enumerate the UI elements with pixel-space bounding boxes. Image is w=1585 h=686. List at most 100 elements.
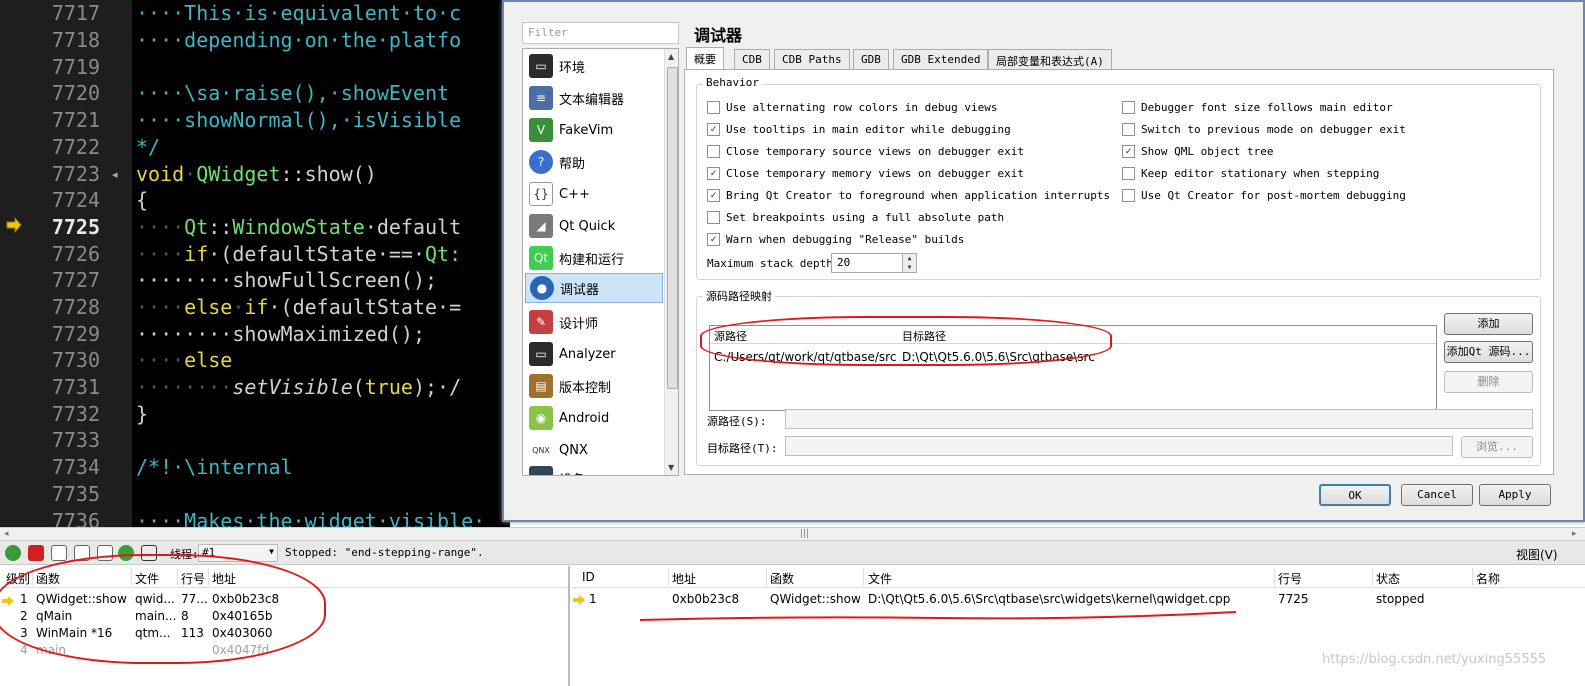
code-token: setVisible — [232, 375, 353, 399]
category-scrollbar[interactable]: ▲ ▼ — [664, 49, 678, 475]
checkbox-box[interactable]: ✓ — [707, 167, 720, 180]
column-header[interactable]: 地址 — [672, 570, 696, 587]
view-menu[interactable]: 视图(V) — [1516, 546, 1558, 563]
spin-up-icon[interactable]: ▲ — [902, 254, 916, 263]
checkbox-font-size-follows[interactable]: Debugger font size follows main editor — [1122, 101, 1393, 114]
category-text-editor[interactable]: ≡ 文本编辑器 — [525, 83, 663, 113]
cancel-button[interactable]: Cancel — [1401, 484, 1473, 506]
checkbox-close-memory-views[interactable]: ✓ Close temporary memory views on debugge… — [707, 167, 1024, 180]
checkbox-box[interactable] — [1122, 189, 1135, 202]
tab-cdb-paths[interactable]: CDB Paths — [774, 49, 850, 69]
code-token: else — [184, 348, 233, 372]
debugger-bug-icon: ● — [530, 276, 554, 300]
stack-view[interactable]: 级别 函数 文件 行号 地址 1 QWidget::show qwid... 7… — [0, 554, 570, 686]
category-list[interactable]: ▭ 环境 ≡ 文本编辑器 V FakeVim ? 帮助 {} C++ ◢ Qt Quick … — [522, 48, 679, 476]
checkbox-box[interactable] — [707, 101, 720, 114]
apply-button[interactable]: Apply — [1479, 484, 1551, 506]
checkbox-qml-tree[interactable]: ✓ Show QML object tree — [1122, 145, 1273, 158]
category-label: Qt Quick — [559, 218, 616, 234]
scroll-right-icon[interactable]: ▸ — [1572, 529, 1577, 539]
checkbox-box[interactable] — [707, 211, 720, 224]
code-token: ·default — [364, 215, 462, 239]
checkbox-close-source-views[interactable]: Close temporary source views on debugger… — [707, 145, 1024, 158]
category-fakevim[interactable]: V FakeVim — [525, 115, 663, 145]
filter-input[interactable]: Filter — [522, 22, 679, 44]
column-header[interactable]: ID — [582, 570, 595, 584]
continue-icon[interactable] — [5, 545, 21, 561]
stop-icon[interactable] — [28, 545, 44, 561]
checkbox-warn-release[interactable]: ✓ Warn when debugging "Release" builds — [707, 233, 964, 246]
delete-button[interactable]: 删除 — [1444, 371, 1533, 393]
column-header[interactable]: 行号 — [1278, 570, 1302, 587]
code-editor[interactable]: 7717 7718 7719 7720 7721 7722 7723 7724 … — [0, 0, 510, 527]
scroll-up-icon[interactable]: ▲ — [668, 52, 674, 61]
code-token: if — [184, 242, 209, 266]
category-cpp[interactable]: {} C++ — [525, 179, 663, 209]
category-qnx[interactable]: QNX QNX — [525, 435, 663, 465]
source-path-input[interactable] — [785, 409, 1533, 429]
add-qt-sources-button[interactable]: 添加Qt 源码... — [1444, 341, 1533, 363]
code-line: /*!·\internal — [136, 455, 293, 479]
checkbox-box[interactable] — [1122, 123, 1135, 136]
line-number: 7735 — [51, 482, 100, 506]
tab-locals-expressions[interactable]: 局部变量和表达式(A) — [988, 49, 1112, 69]
chevron-down-icon: ▼ — [269, 547, 274, 556]
column-header[interactable]: 函数 — [770, 570, 794, 587]
checkbox-editor-stationary[interactable]: Keep editor stationary when stepping — [1122, 167, 1379, 180]
checkbox-box[interactable]: ✓ — [707, 233, 720, 246]
category-designer[interactable]: ✎ 设计师 — [525, 307, 663, 337]
code-line: ········showMaximized(); — [136, 322, 425, 346]
column-header[interactable]: 状态 — [1376, 570, 1400, 587]
category-environment[interactable]: ▭ 环境 — [525, 51, 663, 81]
tab-gdb[interactable]: GDB — [853, 49, 889, 69]
threads-view[interactable]: ID 地址 函数 文件 行号 状态 名称 1 0xb0b23c8 QWidget… — [572, 566, 1585, 686]
step-over-icon[interactable] — [51, 545, 67, 561]
add-button[interactable]: 添加 — [1444, 313, 1533, 335]
column-header[interactable]: 名称 — [1476, 570, 1500, 587]
checkbox-label: Keep editor stationary when stepping — [1141, 167, 1380, 180]
browse-button[interactable]: 浏览... — [1461, 436, 1533, 458]
scroll-left-icon[interactable]: ◂ — [4, 529, 9, 539]
category-build-run[interactable]: Qt 构建和运行 — [525, 243, 663, 273]
column-header[interactable]: 文件 — [868, 570, 892, 587]
category-android[interactable]: ◉ Android — [525, 403, 663, 433]
category-label: 设备 — [559, 469, 585, 476]
category-debugger[interactable]: ● 调试器 — [525, 273, 663, 303]
group-title: Behavior — [703, 76, 762, 89]
checkbox-label: Use Qt Creator for post-mortem debugging — [1141, 189, 1406, 202]
category-help[interactable]: ? 帮助 — [525, 147, 663, 177]
category-version-control[interactable]: ▤ 版本控制 — [525, 371, 663, 401]
max-stack-depth-spinbox[interactable]: 20 ▲ ▼ — [831, 253, 917, 273]
checkbox-alternating-rows[interactable]: Use alternating row colors in debug view… — [707, 101, 998, 114]
checkbox-tooltips[interactable]: ✓ Use tooltips in main editor while debug… — [707, 123, 1011, 136]
checkbox-post-mortem[interactable]: Use Qt Creator for post-mortem debugging — [1122, 189, 1406, 202]
category-qt-quick[interactable]: ◢ Qt Quick — [525, 211, 663, 241]
scroll-grip-icon[interactable]: ||| — [800, 529, 809, 539]
line-number: 7731 — [51, 375, 100, 399]
scrollbar-thumb[interactable] — [667, 67, 678, 389]
checkbox-box[interactable]: ✓ — [707, 189, 720, 202]
qt-quick-icon: ◢ — [529, 214, 553, 238]
tab-cdb[interactable]: CDB — [734, 49, 770, 69]
checkbox-bring-to-foreground[interactable]: ✓ Bring Qt Creator to foreground when app… — [707, 189, 1110, 202]
ok-button[interactable]: OK — [1319, 484, 1391, 506]
category-label: Analyzer — [559, 346, 616, 362]
checkbox-box[interactable]: ✓ — [707, 123, 720, 136]
checkbox-box[interactable]: ✓ — [1122, 145, 1135, 158]
scroll-down-icon[interactable]: ▼ — [668, 463, 674, 472]
checkbox-box[interactable] — [707, 145, 720, 158]
red-annotation-underline — [639, 611, 1237, 621]
tab-gdb-extended[interactable]: GDB Extended — [893, 49, 989, 69]
category-devices[interactable]: ▭ 设备 — [525, 463, 663, 476]
fold-marker-icon[interactable]: ◂ — [112, 168, 118, 181]
tab-general[interactable]: 概要 — [686, 47, 724, 70]
checkbox-switch-mode[interactable]: Switch to previous mode on debugger exit — [1122, 123, 1406, 136]
checkbox-absolute-path[interactable]: Set breakpoints using a full absolute pa… — [707, 211, 1004, 224]
target-path-input[interactable] — [785, 436, 1453, 456]
text-editor-icon: ≡ — [529, 86, 553, 110]
editor-horizontal-scrollbar[interactable]: ◂ ||| ▸ — [0, 527, 1585, 541]
category-analyzer[interactable]: ▭ Analyzer — [525, 339, 663, 369]
checkbox-box[interactable] — [1122, 101, 1135, 114]
checkbox-box[interactable] — [1122, 167, 1135, 180]
spin-down-icon[interactable]: ▼ — [902, 263, 916, 272]
